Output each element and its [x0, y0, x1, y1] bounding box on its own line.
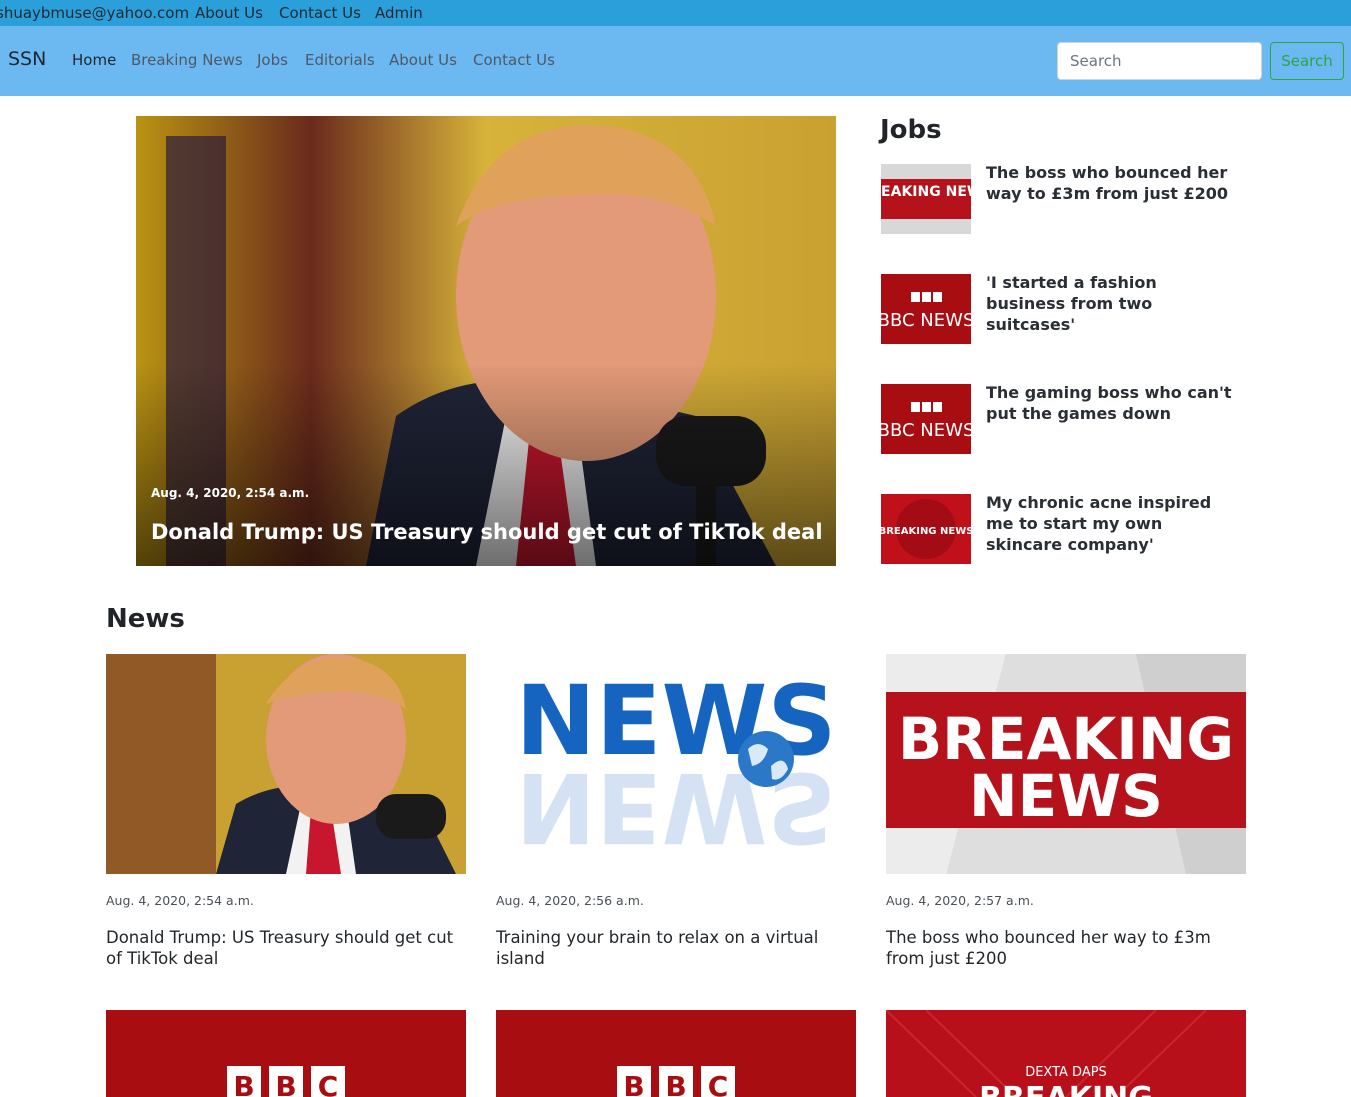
hero-date: Aug. 4, 2020, 2:54 a.m.	[151, 486, 310, 500]
bbc-news-thumbnail: BBC NEWS	[881, 384, 971, 454]
thumb-text: BBC NEWS	[881, 420, 971, 441]
card-date: Aug. 4, 2020, 2:56 a.m.	[496, 893, 644, 908]
brand-logo[interactable]: SSN	[8, 48, 46, 70]
bbc-card-image: B B C	[106, 1010, 466, 1097]
svg-text:C: C	[708, 1070, 729, 1097]
hero-title[interactable]: Donald Trump: US Treasury should get cut…	[151, 520, 823, 544]
thumb-text: BBC NEWS	[881, 310, 971, 331]
top-admin-link[interactable]: Admin	[375, 4, 423, 22]
nav-contact-us[interactable]: Contact Us	[473, 51, 555, 69]
svg-text:B: B	[233, 1070, 254, 1097]
news-card[interactable]: DEXTA DAPS BREAKING	[886, 1010, 1246, 1097]
jobs-heading: Jobs	[880, 115, 942, 145]
thumb-text: BREAKING NEWS	[881, 184, 971, 200]
card-image	[106, 654, 466, 874]
news-card[interactable]: BREAKING NEWS Aug. 4, 2020, 2:57 a.m. Th…	[886, 654, 1246, 974]
top-contact-link[interactable]: Contact Us	[279, 4, 361, 22]
image-text: DEXTA DAPS	[1025, 1065, 1107, 1080]
nav-about-us[interactable]: About Us	[389, 51, 457, 69]
svg-text:B: B	[665, 1070, 686, 1097]
card-date: Aug. 4, 2020, 2:54 a.m.	[106, 893, 254, 908]
job-title[interactable]: The boss who bounced her way to £3m from…	[986, 162, 1236, 204]
card-title[interactable]: The boss who bounced her way to £3m from…	[886, 927, 1246, 969]
job-item[interactable]: BBC NEWS 'I started a fashion business f…	[881, 272, 1251, 346]
news-card[interactable]: NEWS NEWS Aug. 4, 2020, 2:56 a.m. Traini…	[496, 654, 856, 974]
bbc-card-image: B B C	[496, 1010, 856, 1097]
job-title[interactable]: My chronic acne inspired me to start my …	[986, 492, 1236, 555]
job-title[interactable]: The gaming boss who can't put the games …	[986, 382, 1236, 424]
news-card[interactable]: B B C	[496, 1010, 856, 1097]
dexta-daps-card-image: DEXTA DAPS BREAKING	[886, 1010, 1246, 1097]
card-date: Aug. 4, 2020, 2:57 a.m.	[886, 893, 1034, 908]
thumb-text: BREAKING NEWS	[881, 526, 971, 537]
breaking-news-thumbnail: BREAKING NEWS	[881, 164, 971, 234]
breaking-news-red-thumbnail: BREAKING NEWS	[881, 494, 971, 564]
nav-breaking-news[interactable]: Breaking News	[131, 51, 243, 69]
job-item[interactable]: BREAKING NEWS The boss who bounced her w…	[881, 162, 1251, 236]
card-title[interactable]: Donald Trump: US Treasury should get cut…	[106, 927, 466, 969]
top-bar: shuaybmuse@yahoo.com About Us Contact Us…	[0, 0, 1351, 26]
nav-jobs[interactable]: Jobs	[257, 51, 288, 69]
svg-text:B: B	[275, 1070, 296, 1097]
news-card[interactable]: B B C	[106, 1010, 466, 1097]
search-input[interactable]	[1057, 42, 1262, 80]
nav-editorials[interactable]: Editorials	[305, 51, 375, 69]
job-title[interactable]: 'I started a fashion business from two s…	[986, 272, 1236, 335]
card-title[interactable]: Training your brain to relax on a virtua…	[496, 927, 856, 969]
svg-text:B: B	[623, 1070, 644, 1097]
card-image: NEWS NEWS	[496, 654, 856, 874]
news-card[interactable]: Aug. 4, 2020, 2:54 a.m. Donald Trump: US…	[106, 654, 466, 974]
hero-article[interactable]: Aug. 4, 2020, 2:54 a.m. Donald Trump: US…	[136, 116, 836, 566]
image-text: BREAKING	[979, 1081, 1153, 1097]
svg-text:C: C	[318, 1070, 339, 1097]
card-image: BREAKING NEWS	[886, 654, 1246, 874]
contact-email[interactable]: shuaybmuse@yahoo.com	[0, 4, 189, 22]
job-item[interactable]: BREAKING NEWS My chronic acne inspired m…	[881, 492, 1251, 566]
nav-home[interactable]: Home	[72, 51, 116, 69]
news-heading: News	[106, 604, 185, 634]
job-item[interactable]: BBC NEWS The gaming boss who can't put t…	[881, 382, 1251, 456]
image-text: NEWS	[969, 762, 1163, 830]
bbc-news-thumbnail: BBC NEWS	[881, 274, 971, 344]
main-navbar: SSN Home Breaking News Jobs Editorials A…	[0, 26, 1351, 96]
search-button[interactable]: Search	[1270, 42, 1344, 80]
top-about-link[interactable]: About Us	[195, 4, 263, 22]
